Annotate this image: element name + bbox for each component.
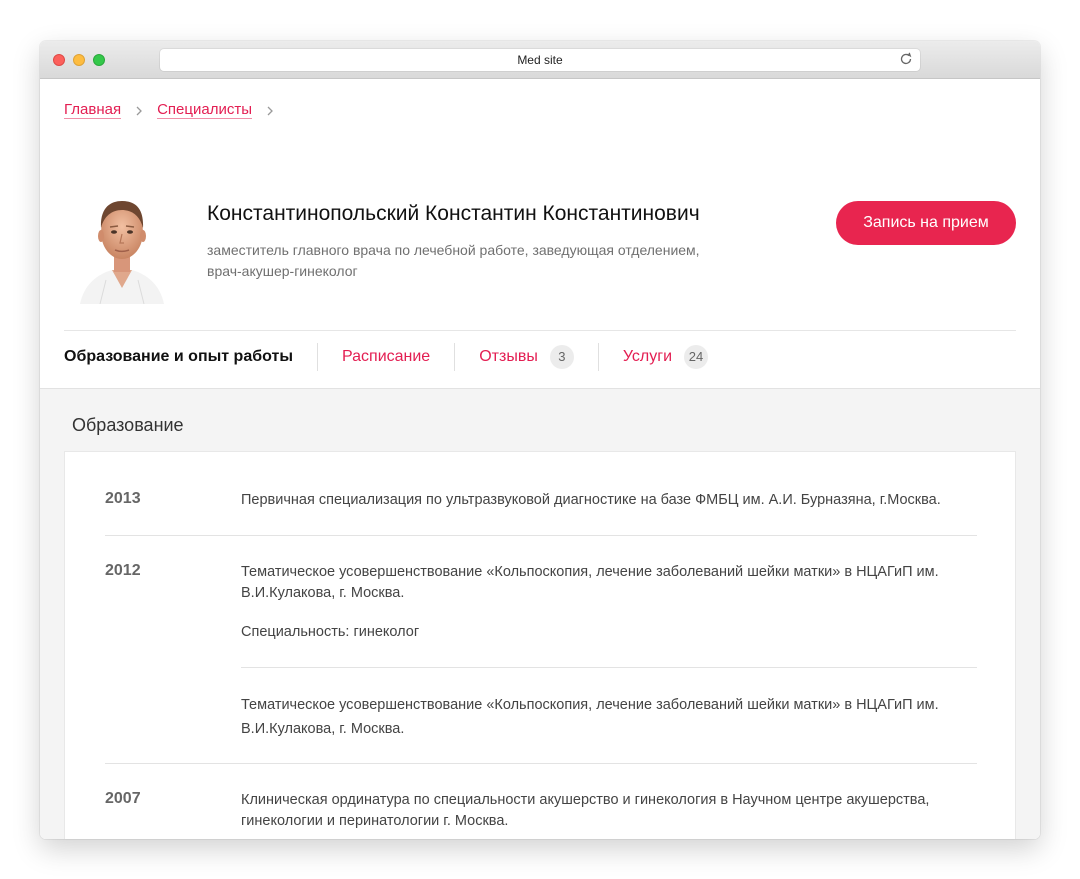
education-year: 2012	[105, 562, 141, 579]
breadcrumb-home-link[interactable]: Главная	[64, 102, 122, 119]
address-bar-title: Med site	[517, 53, 563, 67]
chevron-right-icon	[136, 106, 143, 115]
address-bar[interactable]: Med site	[160, 49, 920, 71]
tabs-divider	[64, 330, 1016, 331]
reload-icon[interactable]	[898, 51, 914, 67]
breadcrumb-specialists-link[interactable]: Специалисты	[157, 102, 252, 119]
minimize-window-button[interactable]	[73, 54, 85, 66]
tab-label: Расписание	[341, 348, 431, 365]
reviews-count-badge: 3	[549, 345, 574, 369]
entry-divider	[105, 763, 977, 764]
breadcrumb: Главная Специалисты	[64, 102, 288, 119]
entry-divider	[105, 535, 977, 536]
browser-titlebar: Med site	[40, 41, 1040, 79]
services-count-badge: 24	[684, 345, 709, 369]
education-title: Образование	[72, 415, 184, 435]
browser-window: Med site Главная Специалисты Константино…	[40, 41, 1040, 839]
education-text: Клиническая ординатура по специальности …	[241, 792, 930, 829]
entry-subdivider	[241, 667, 977, 668]
tab-schedule[interactable]: Расписание	[318, 342, 454, 372]
education-text: Тематическое усовершенствование «Кольпос…	[241, 564, 939, 601]
education-year: 2013	[105, 490, 141, 507]
tab-reviews[interactable]: Отзывы 3	[455, 342, 598, 372]
tab-label: Отзывы	[479, 348, 538, 365]
doctor-photo	[80, 201, 164, 304]
education-text: Тематическое усовершенствование «Кольпос…	[241, 697, 939, 737]
chevron-right-icon	[267, 106, 273, 115]
doctor-name: Константинопольский Константин Константи…	[207, 202, 700, 225]
tab-label: Образование и опыт работы	[64, 348, 293, 365]
education-card: 2013 Первичная специализация по ультразв…	[64, 451, 1016, 839]
education-year: 2007	[105, 790, 141, 807]
profile-tabs: Образование и опыт работы Расписание Отз…	[64, 341, 732, 373]
tab-label: Услуги	[622, 348, 673, 365]
education-text: Первичная специализация по ультразвуково…	[241, 492, 941, 508]
education-specialty: Специальность: гинеколог	[241, 624, 420, 640]
maximize-window-button[interactable]	[93, 54, 105, 66]
appointment-button[interactable]: Запись на прием	[836, 201, 1016, 245]
tab-services[interactable]: Услуги 24	[599, 342, 732, 372]
page-content: Главная Специалисты Константинопольский …	[40, 79, 1040, 839]
close-window-button[interactable]	[53, 54, 65, 66]
tab-education[interactable]: Образование и опыт работы	[64, 342, 317, 372]
education-section: Образование 2013 Первичная специализация…	[40, 388, 1040, 839]
doctor-position: заместитель главного врача по лечебной р…	[207, 242, 700, 279]
